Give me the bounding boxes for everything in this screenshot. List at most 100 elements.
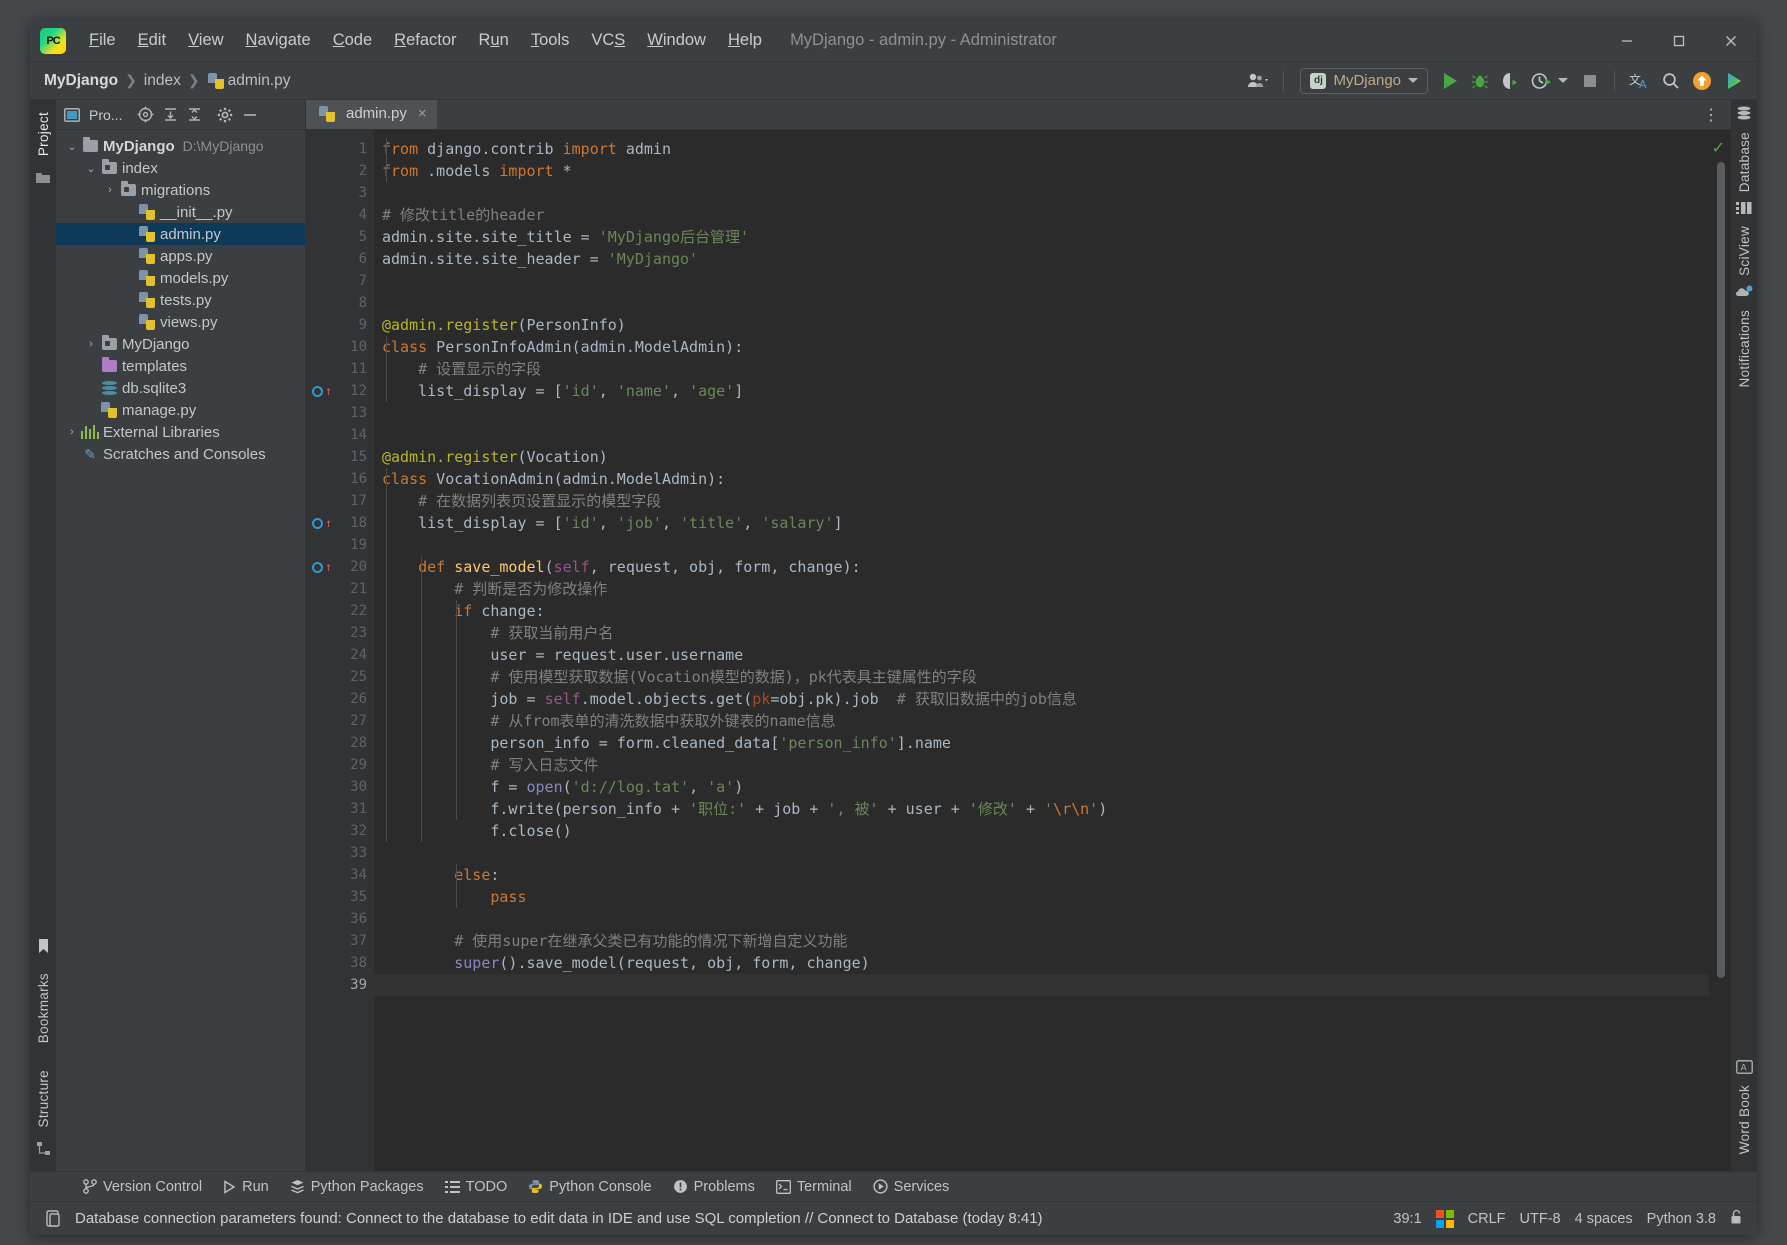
menu-edit[interactable]: Edit: [127, 27, 177, 54]
line-number[interactable]: 21: [306, 578, 374, 600]
code-line[interactable]: # 从from表单的清洗数据中获取外键表的name信息: [374, 710, 1709, 732]
code-line[interactable]: class VocationAdmin(admin.ModelAdmin):: [374, 468, 1709, 490]
gutter-run-marker[interactable]: ↑: [312, 517, 332, 529]
code-line[interactable]: list_display = ['id', 'job', 'title', 's…: [374, 512, 1709, 534]
line-number[interactable]: 33: [306, 842, 374, 864]
update-icon[interactable]: [1687, 67, 1717, 95]
line-number[interactable]: 36: [306, 908, 374, 930]
bottom-tab-python-console[interactable]: Python Console: [519, 1176, 660, 1198]
tree-item-mydjango[interactable]: ⌄MyDjangoD:\MyDjango: [56, 135, 305, 157]
code-line[interactable]: job = self.model.objects.get(pk=obj.pk).…: [374, 688, 1709, 710]
code-line[interactable]: @admin.register(PersonInfo): [374, 314, 1709, 336]
line-number[interactable]: 28: [306, 732, 374, 754]
code-line[interactable]: f.close(): [374, 820, 1709, 842]
menu-navigate[interactable]: Navigate: [235, 27, 322, 54]
line-number[interactable]: 34: [306, 864, 374, 886]
line-number[interactable]: 23: [306, 622, 374, 644]
tree-item-views-py[interactable]: views.py: [56, 311, 305, 333]
code-line[interactable]: # 判断是否为修改操作: [374, 578, 1709, 600]
collapse-all-icon[interactable]: [187, 107, 202, 122]
tool-window-sciview[interactable]: SciView: [1736, 201, 1752, 279]
stop-button[interactable]: [1576, 67, 1604, 95]
python-interpreter[interactable]: Python 3.8: [1647, 1211, 1716, 1227]
inspection-ok-icon[interactable]: ✓: [1712, 138, 1725, 158]
tree-item-mydjango[interactable]: ›MyDjango: [56, 333, 305, 355]
line-number[interactable]: ⌂2: [306, 160, 374, 182]
tree-item-apps-py[interactable]: apps.py: [56, 245, 305, 267]
tool-window-bookmarks[interactable]: Bookmarks: [36, 967, 51, 1049]
code-line[interactable]: admin.site.site_header = 'MyDjango': [374, 248, 1709, 270]
plugin-icon[interactable]: [1719, 67, 1749, 95]
line-number[interactable]: 19: [306, 534, 374, 556]
bottom-tab-terminal[interactable]: Terminal: [767, 1176, 861, 1198]
tree-item-templates[interactable]: templates: [56, 355, 305, 377]
menu-vcs[interactable]: VCS: [580, 27, 636, 54]
tree-item-tests-py[interactable]: tests.py: [56, 289, 305, 311]
code-line[interactable]: def save_model(self, request, obj, form,…: [374, 556, 1709, 578]
bookmark-icon[interactable]: [37, 938, 50, 959]
gear-icon[interactable]: [217, 107, 233, 123]
line-number[interactable]: 37: [306, 930, 374, 952]
bottom-tab-version-control[interactable]: Version Control: [74, 1176, 211, 1198]
code-line[interactable]: [374, 402, 1709, 424]
code-content[interactable]: from django.contrib import adminfrom .mo…: [374, 130, 1709, 1171]
line-number[interactable]: ↑⊟20: [306, 556, 374, 578]
tool-window-notifications[interactable]: Notifications: [1736, 285, 1753, 390]
breadcrumb-file[interactable]: admin.py: [228, 72, 291, 90]
code-line[interactable]: person_info = form.cleaned_data['person_…: [374, 732, 1709, 754]
breadcrumb-project[interactable]: MyDjango: [44, 72, 118, 90]
account-icon[interactable]: [1243, 67, 1273, 95]
expand-all-icon[interactable]: [163, 107, 178, 122]
line-number[interactable]: 6: [306, 248, 374, 270]
line-number[interactable]: 25: [306, 666, 374, 688]
tree-item-external-libraries[interactable]: ›External Libraries: [56, 421, 305, 443]
code-line[interactable]: [374, 842, 1709, 864]
code-line[interactable]: # 获取当前用户名: [374, 622, 1709, 644]
line-number[interactable]: 31: [306, 798, 374, 820]
code-line[interactable]: [374, 974, 1709, 996]
line-number[interactable]: ⊟1: [306, 138, 374, 160]
code-line[interactable]: # 设置显示的字段: [374, 358, 1709, 380]
tree-item-index[interactable]: ⌄index: [56, 157, 305, 179]
tool-window-structure[interactable]: Structure: [36, 1064, 51, 1133]
line-number[interactable]: 29: [306, 754, 374, 776]
tree-item-admin-py[interactable]: admin.py: [56, 223, 305, 245]
encoding[interactable]: UTF-8: [1520, 1211, 1561, 1227]
menu-run[interactable]: Run: [468, 27, 520, 54]
code-line[interactable]: list_display = ['id', 'name', 'age']: [374, 380, 1709, 402]
line-number[interactable]: 35: [306, 886, 374, 908]
line-number[interactable]: 30: [306, 776, 374, 798]
line-number[interactable]: 4: [306, 204, 374, 226]
menu-refactor[interactable]: Refactor: [383, 27, 467, 54]
line-number[interactable]: 17: [306, 490, 374, 512]
code-line[interactable]: # 使用super在继承父类已有功能的情况下新增自定义功能: [374, 930, 1709, 952]
code-line[interactable]: pass: [374, 886, 1709, 908]
code-line[interactable]: [374, 270, 1709, 292]
line-number[interactable]: ⌂38: [306, 952, 374, 974]
menu-help[interactable]: Help: [717, 27, 773, 54]
hide-panel-icon[interactable]: [242, 108, 258, 122]
bottom-tab-python-packages[interactable]: Python Packages: [281, 1176, 433, 1198]
close-icon[interactable]: [1705, 20, 1757, 62]
bottom-tab-services[interactable]: Services: [864, 1176, 959, 1198]
code-line[interactable]: # 修改title的header: [374, 204, 1709, 226]
menu-view[interactable]: View: [177, 27, 234, 54]
line-separator[interactable]: CRLF: [1468, 1211, 1506, 1227]
line-number[interactable]: 5: [306, 226, 374, 248]
scrollbar-thumb[interactable]: [1717, 162, 1725, 978]
tool-window-project[interactable]: Project: [36, 106, 51, 162]
line-number[interactable]: ↑⌂12: [306, 380, 374, 402]
maximize-icon[interactable]: [1653, 20, 1705, 62]
line-number[interactable]: ⊟10: [306, 336, 374, 358]
code-line[interactable]: user = request.user.username: [374, 644, 1709, 666]
tree-item-manage-py[interactable]: manage.py: [56, 399, 305, 421]
run-button[interactable]: [1436, 67, 1464, 95]
editor-scrollbar[interactable]: [1717, 162, 1725, 1111]
tree-expand-arrow[interactable]: ⌄: [64, 140, 80, 153]
bottom-tab-todo[interactable]: TODO: [436, 1176, 517, 1198]
tree-item-scratches-and-consoles[interactable]: ✎Scratches and Consoles: [56, 443, 305, 465]
line-number-gutter[interactable]: ⊟1⌂23456789⊟1011↑⌂12131415⊟1617↑1819↑⊟20…: [306, 130, 374, 1171]
tree-expand-arrow[interactable]: ›: [64, 426, 80, 438]
bottom-tab-problems[interactable]: Problems: [664, 1176, 764, 1198]
code-line[interactable]: f = open('d://log.tat', 'a'): [374, 776, 1709, 798]
